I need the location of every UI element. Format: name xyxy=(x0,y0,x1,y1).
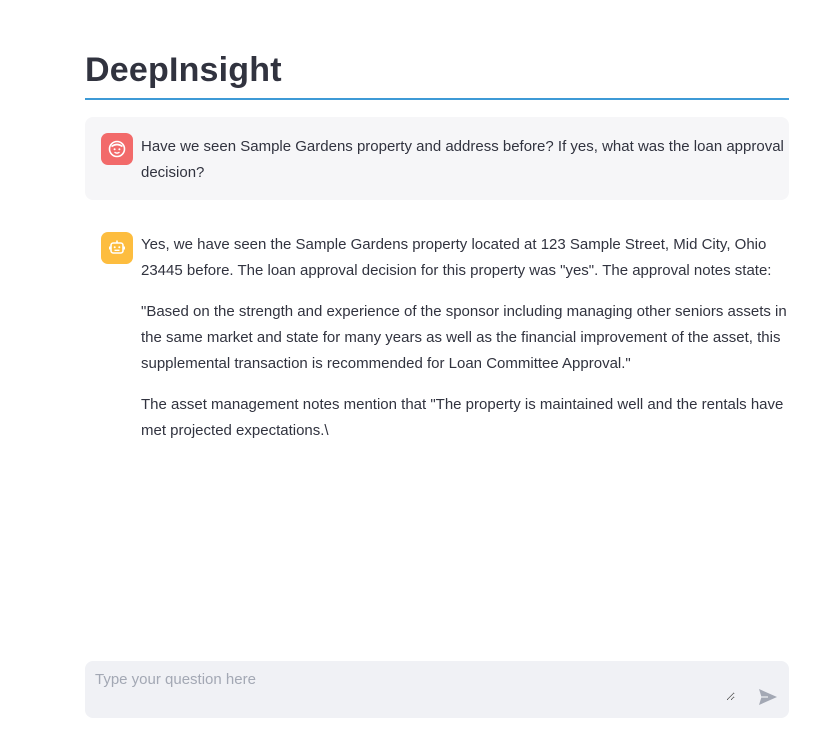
send-button[interactable] xyxy=(757,686,779,708)
message-paragraph: Have we seen Sample Gardens property and… xyxy=(141,138,784,181)
chat-message-user: Have we seen Sample Gardens property and… xyxy=(85,117,789,200)
page-title: DeepInsight xyxy=(85,51,282,89)
app-page: DeepInsight Have we seen Sample Gardens … xyxy=(0,0,827,744)
message-paragraph: Yes, we have seen the Sample Gardens pro… xyxy=(141,236,772,279)
chat-input-container xyxy=(85,661,789,718)
robot-icon xyxy=(101,232,133,264)
title-divider xyxy=(85,98,789,100)
message-text: Have we seen Sample Gardens property and… xyxy=(141,134,789,201)
message-paragraph: "Based on the strength and experience of… xyxy=(141,303,787,372)
chat-input[interactable] xyxy=(85,661,735,701)
message-paragraph: The asset management notes mention that … xyxy=(141,396,784,439)
message-text: Yes, we have seen the Sample Gardens pro… xyxy=(141,232,789,459)
user-face-icon xyxy=(101,133,133,165)
send-icon xyxy=(759,689,777,705)
